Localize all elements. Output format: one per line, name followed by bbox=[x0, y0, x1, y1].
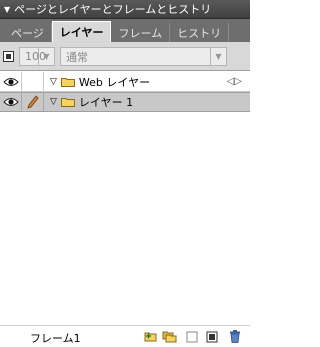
visibility-toggle[interactable] bbox=[0, 93, 22, 111]
layer-row-1[interactable]: ▽ レイヤー 1 bbox=[0, 92, 250, 112]
trash-icon[interactable] bbox=[227, 330, 242, 343]
expand-triangle-icon[interactable]: ▽ bbox=[50, 97, 57, 107]
blend-mode-value: 通常 bbox=[66, 50, 88, 64]
panel-title: ページとレイヤーとフレームとヒストリ bbox=[14, 3, 212, 16]
expand-triangle-icon[interactable]: ▽ bbox=[50, 77, 57, 87]
eye-icon bbox=[2, 77, 19, 86]
tab-pages[interactable]: ページ bbox=[4, 23, 52, 42]
opacity-field[interactable]: 100 ▼ bbox=[19, 47, 55, 66]
duplicate-layer-icon[interactable] bbox=[162, 330, 177, 343]
tab-layers[interactable]: レイヤー bbox=[51, 21, 112, 42]
tab-frames[interactable]: フレーム bbox=[111, 23, 171, 42]
triangle-down-icon[interactable]: ▼ bbox=[4, 5, 10, 14]
blend-mode-select[interactable]: 通常 ▼ bbox=[60, 47, 227, 66]
visibility-toggle[interactable] bbox=[0, 72, 22, 91]
panel-titlebar[interactable]: ▼ ページとレイヤーとフレームとヒストリ bbox=[0, 0, 250, 19]
edit-lock-toggle[interactable] bbox=[22, 72, 44, 91]
drag-handle-icon[interactable]: ◁▷ bbox=[227, 76, 242, 87]
layer-name[interactable]: Web レイヤー bbox=[79, 74, 150, 90]
pencil-icon bbox=[26, 95, 39, 109]
new-sublayer-icon[interactable] bbox=[143, 330, 158, 343]
frame-selector[interactable]: フレーム1 bbox=[30, 330, 81, 346]
panel-tabs: ページ レイヤー フレーム ヒストリ bbox=[0, 19, 250, 42]
layer-toolbar: 100 ▼ 通常 ▼ bbox=[0, 42, 250, 71]
layer-list: ▽ Web レイヤー ◁▷ ▽ レイヤー 1 bbox=[0, 72, 250, 112]
add-mask-icon[interactable] bbox=[204, 330, 219, 343]
new-layer-icon[interactable] bbox=[184, 330, 199, 343]
layer-options-icon[interactable] bbox=[3, 51, 14, 62]
chevron-down-icon[interactable]: ▼ bbox=[210, 48, 226, 65]
panel-footer: フレーム1 bbox=[0, 325, 250, 347]
chevron-down-icon[interactable]: ▼ bbox=[38, 48, 54, 65]
folder-icon bbox=[60, 98, 75, 107]
folder-icon bbox=[60, 77, 75, 87]
edit-lock-toggle[interactable] bbox=[22, 93, 44, 111]
layer-name[interactable]: レイヤー 1 bbox=[79, 94, 133, 110]
eye-icon bbox=[2, 98, 19, 106]
tab-history[interactable]: ヒストリ bbox=[170, 23, 230, 42]
layer-row-web[interactable]: ▽ Web レイヤー ◁▷ bbox=[0, 72, 250, 92]
